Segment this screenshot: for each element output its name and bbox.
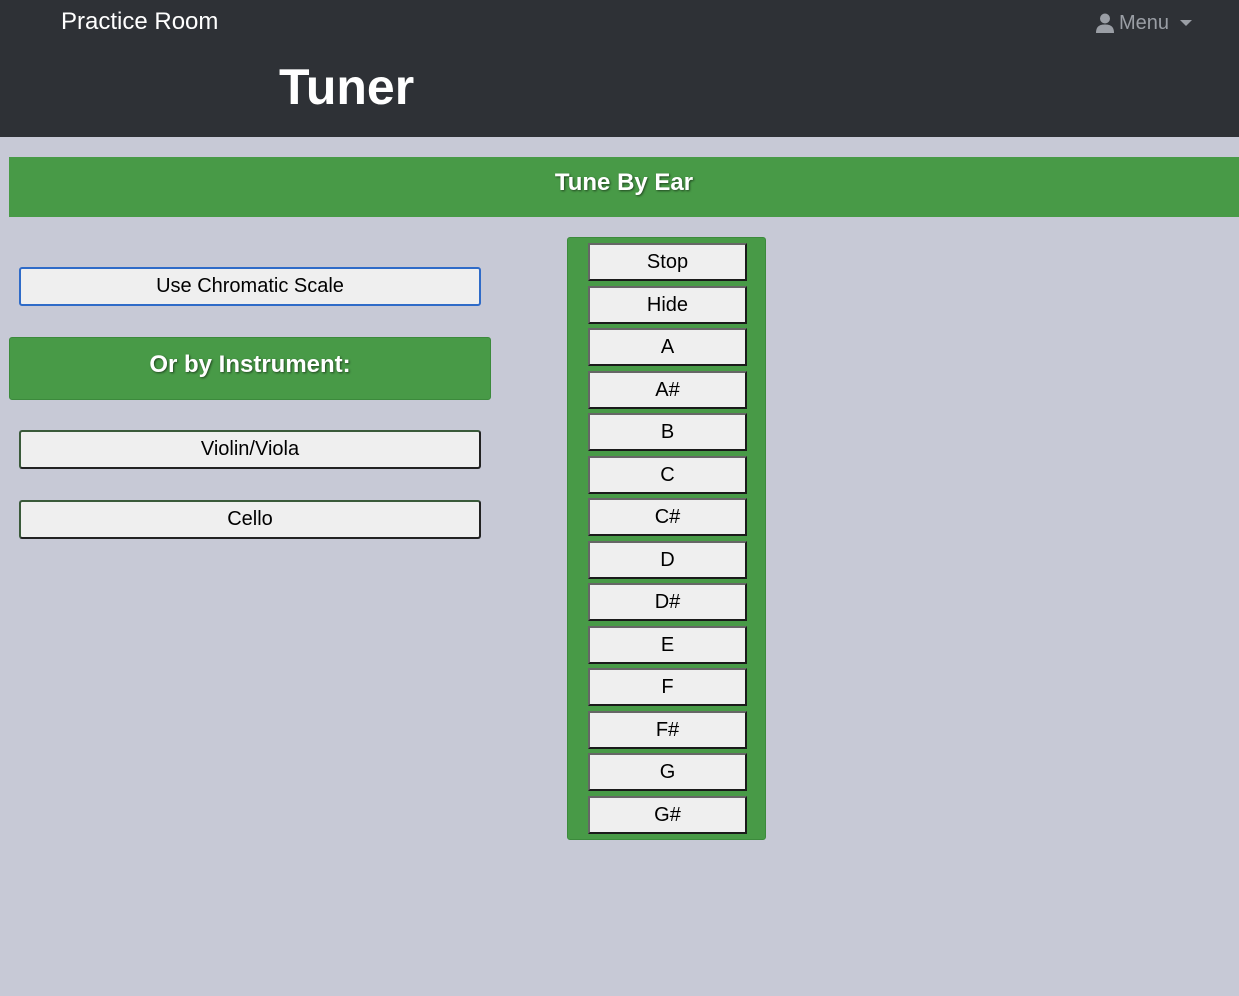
menu-label: Menu [1119,11,1170,34]
chevron-down-icon [1180,20,1193,26]
note-button-a[interactable]: A [588,328,747,366]
top-navbar: Practice Room Menu Tuner [0,0,1239,137]
hide-button[interactable]: Hide [588,286,747,324]
cello-button[interactable]: Cello [19,500,481,539]
menu-dropdown[interactable]: Menu [1096,10,1193,36]
note-button-d-sharp[interactable]: D# [588,583,747,621]
note-panel: Stop Hide A A# B C C# D D# E F F# G G# [567,237,766,840]
note-button-g[interactable]: G [588,753,747,791]
note-button-c[interactable]: C [588,456,747,494]
tune-by-ear-banner: Tune By Ear [9,157,1239,217]
note-button-a-sharp[interactable]: A# [588,371,747,409]
note-button-c-sharp[interactable]: C# [588,498,747,536]
note-button-b[interactable]: B [588,413,747,451]
page-title: Tuner [279,59,415,115]
instrument-header: Or by Instrument: [9,337,491,400]
brand-link[interactable]: Practice Room [61,8,218,36]
note-button-f[interactable]: F [588,668,747,706]
note-button-d[interactable]: D [588,541,747,579]
stop-button[interactable]: Stop [588,243,747,281]
user-icon [1096,13,1114,33]
note-button-g-sharp[interactable]: G# [588,796,747,834]
use-chromatic-scale-button[interactable]: Use Chromatic Scale [19,267,481,306]
note-button-e[interactable]: E [588,626,747,664]
violin-viola-button[interactable]: Violin/Viola [19,430,481,469]
note-button-f-sharp[interactable]: F# [588,711,747,749]
